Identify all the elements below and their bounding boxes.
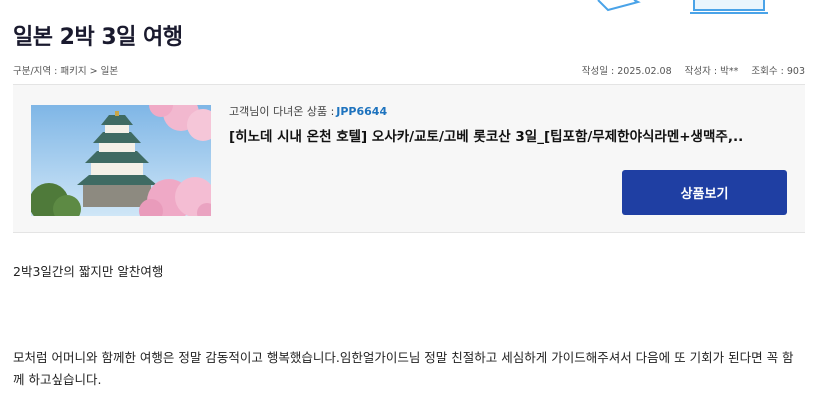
post-meta: 작성일 : 2025.02.08 작성자 : 박** 조회수 : 903 xyxy=(572,63,805,77)
post-views: 조회수 : 903 xyxy=(751,66,805,77)
review-paragraph-1: 2박3일간의 짧지만 알찬여행 xyxy=(13,264,164,279)
product-code[interactable]: JPP6644 xyxy=(336,105,387,118)
breadcrumb-region[interactable]: 일본 xyxy=(101,66,118,77)
meta-row: 구분/지역 : 패키지 > 일본 작성일 : 2025.02.08 작성자 : 박**… xyxy=(13,63,805,77)
breadcrumb-label: 구분/지역 : xyxy=(13,66,58,77)
product-card: 고객님이 다녀온 상품 : JPP6644 [히노데 시내 온천 호텔] 오사카/… xyxy=(13,84,805,233)
post-date: 작성일 : 2025.02.08 xyxy=(581,66,672,77)
header-illustration xyxy=(590,0,780,20)
breadcrumb-separator: > xyxy=(89,66,98,77)
product-name[interactable]: [히노데 시내 온천 호텔] 오사카/교토/고베 롯코산 3일_[팁포함/무제한… xyxy=(229,125,789,145)
review-paragraph-2: 모처럼 어머니와 함께한 여행은 정말 감동적이고 행복했습니다.임한얼가이드님… xyxy=(13,350,794,387)
page-title: 일본 2박 3일 여행 xyxy=(13,25,183,50)
visited-product: 고객님이 다녀온 상품 : JPP6644 xyxy=(229,103,387,119)
breadcrumb: 구분/지역 : 패키지 > 일본 xyxy=(13,63,121,77)
view-product-button[interactable]: 상품보기 xyxy=(622,170,787,215)
post-author: 작성자 : 박** xyxy=(684,66,739,77)
breadcrumb-category[interactable]: 패키지 xyxy=(60,66,86,77)
product-image[interactable] xyxy=(31,105,211,216)
visited-label: 고객님이 다녀온 상품 : xyxy=(229,105,335,118)
